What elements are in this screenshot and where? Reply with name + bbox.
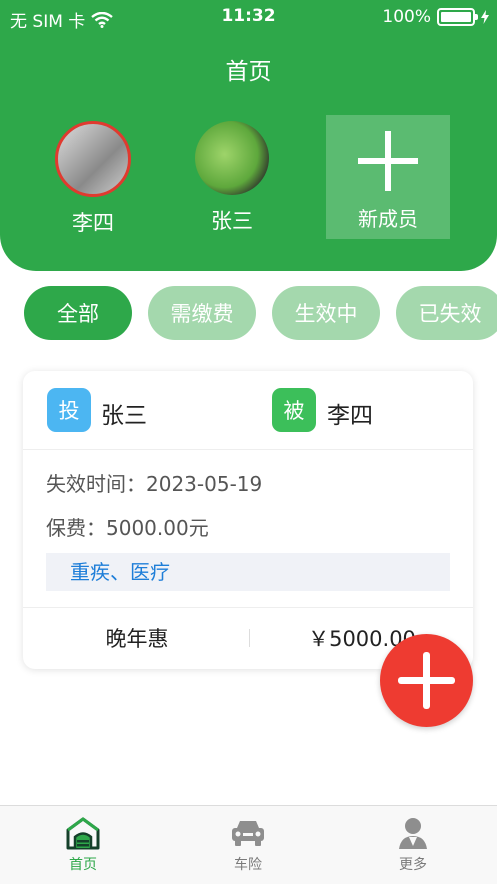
tab-car-insurance[interactable]: 车险	[188, 816, 308, 874]
filter-chips: 全部 需缴费 生效中 已失效	[0, 286, 497, 342]
filter-active[interactable]: 生效中	[272, 286, 380, 340]
status-bar: 无 SIM 卡 11:32 100%	[0, 0, 497, 34]
policy-card[interactable]: 投 张三 被 李四 失效时间：2023-05-19 保费：5000.00元 重疾…	[23, 371, 473, 669]
car-icon	[232, 821, 264, 846]
charging-icon	[481, 10, 489, 24]
page-title: 首页	[225, 59, 272, 85]
member-lisi[interactable]: 李四	[48, 121, 138, 237]
battery-icon	[437, 8, 478, 26]
home-icon	[66, 817, 100, 850]
tab-more-label: 更多	[399, 857, 427, 873]
insured-name: 李四	[327, 403, 373, 429]
avatar	[55, 121, 131, 197]
member-name: 李四	[72, 211, 114, 235]
member-name: 张三	[211, 209, 253, 233]
tab-bar: 首页 车险 更多	[0, 805, 497, 884]
add-policy-button[interactable]	[380, 634, 473, 727]
expiry-date: 失效时间：2023-05-19	[46, 472, 263, 496]
more-person-icon	[399, 818, 427, 849]
divider	[23, 449, 473, 450]
add-member-button[interactable]: 新成员	[326, 115, 450, 239]
add-member-label: 新成员	[358, 207, 418, 231]
premium-amount: 保费：5000.00元	[46, 516, 209, 540]
policyholder-badge: 投	[47, 388, 91, 432]
header-banner: 无 SIM 卡 11:32 100% 首页 李四 张三 新成员	[0, 0, 497, 271]
tab-home-label: 首页	[69, 857, 97, 873]
plan-name: 晚年惠	[105, 627, 169, 651]
insured-badge: 被	[272, 388, 316, 432]
filter-payment-due[interactable]: 需缴费	[148, 286, 256, 340]
coverage-tags: 重疾、医疗	[46, 553, 450, 591]
tab-car-label: 车险	[234, 857, 262, 873]
tab-more[interactable]: 更多	[353, 816, 473, 874]
plus-icon	[358, 131, 418, 191]
battery-percent: 100%	[382, 7, 431, 27]
filter-all[interactable]: 全部	[24, 286, 132, 340]
divider	[249, 629, 250, 647]
tab-home[interactable]: 首页	[23, 816, 143, 874]
avatar	[195, 121, 269, 195]
filter-expired[interactable]: 已失效	[396, 286, 497, 340]
policyholder-name: 张三	[101, 403, 147, 429]
divider	[23, 607, 473, 608]
member-zhangsan[interactable]: 张三	[187, 121, 277, 235]
